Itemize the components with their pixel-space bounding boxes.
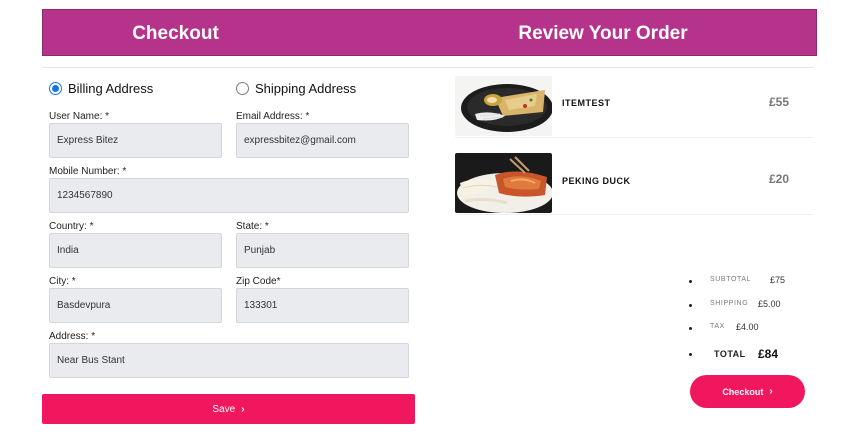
item-price: £55 [768, 95, 789, 109]
chevron-right-icon: › [241, 403, 245, 415]
checkout-button-label: Checkout [722, 386, 764, 397]
bullet-icon [689, 280, 692, 283]
country-input[interactable]: India [49, 233, 222, 268]
divider [42, 67, 814, 68]
shipping-address-radio[interactable]: Shipping Address [236, 80, 356, 96]
shipping-value: £5.00 [758, 299, 781, 309]
address-input[interactable]: Near Bus Stant [49, 343, 409, 378]
city-label: City: * [49, 276, 76, 287]
subtotal-row: SUBTOTAL [710, 276, 751, 283]
tax-value: £4.00 [736, 322, 759, 332]
bullet-icon [689, 353, 692, 356]
chevron-right-icon: › [769, 386, 773, 397]
checkout-button[interactable]: Checkout › [690, 375, 805, 408]
tax-row: TAX [710, 323, 725, 330]
bullet-icon [689, 327, 692, 330]
radio-checked-icon[interactable] [49, 81, 62, 95]
tax-label: TAX [710, 323, 725, 330]
billing-address-label: Billing Address [68, 80, 154, 96]
save-button[interactable]: Save › [42, 394, 415, 424]
radio-unchecked-icon[interactable] [236, 81, 249, 95]
shipping-label: SHIPPING [710, 300, 749, 307]
order-item: ITEMTEST £55 [455, 76, 813, 138]
itemtest-image [455, 76, 552, 136]
user-name-label: User Name: * [49, 111, 110, 122]
shipping-address-label: Shipping Address [255, 80, 357, 96]
review-order-title: Review Your Order [518, 23, 688, 44]
email-label: Email Address: * [236, 111, 310, 122]
zip-input[interactable]: 133301 [236, 288, 409, 323]
zip-label: Zip Code* [236, 276, 281, 287]
order-item: PEKING DUCK £20 [455, 153, 813, 215]
billing-address-radio[interactable]: Billing Address [49, 80, 153, 96]
country-label: Country: * [49, 221, 94, 232]
mobile-label: Mobile Number: * [49, 166, 127, 177]
item-name: PEKING DUCK [562, 176, 631, 186]
user-name-input[interactable]: Express Bitez [49, 123, 222, 158]
checkout-title: Checkout [132, 23, 219, 44]
bullet-icon [689, 304, 692, 307]
header-bar: Checkout Review Your Order [42, 9, 817, 56]
subtotal-value: £75 [770, 275, 786, 285]
address-label: Address: * [49, 331, 96, 342]
save-button-label: Save [212, 403, 236, 415]
email-input[interactable]: expressbitez@gmail.com [236, 123, 409, 158]
peking-duck-image [455, 153, 552, 213]
total-row: TOTAL [714, 349, 746, 359]
state-input[interactable]: Punjab [236, 233, 409, 268]
total-label: TOTAL [714, 349, 746, 359]
mobile-input[interactable]: 1234567890 [49, 178, 409, 213]
city-input[interactable]: Basdevpura [49, 288, 222, 323]
shipping-row: SHIPPING [710, 300, 748, 307]
total-value: £84 [758, 347, 779, 361]
state-label: State: * [236, 221, 269, 232]
subtotal-label: SUBTOTAL [710, 276, 752, 283]
item-price: £20 [768, 172, 789, 186]
item-name: ITEMTEST [562, 98, 611, 108]
